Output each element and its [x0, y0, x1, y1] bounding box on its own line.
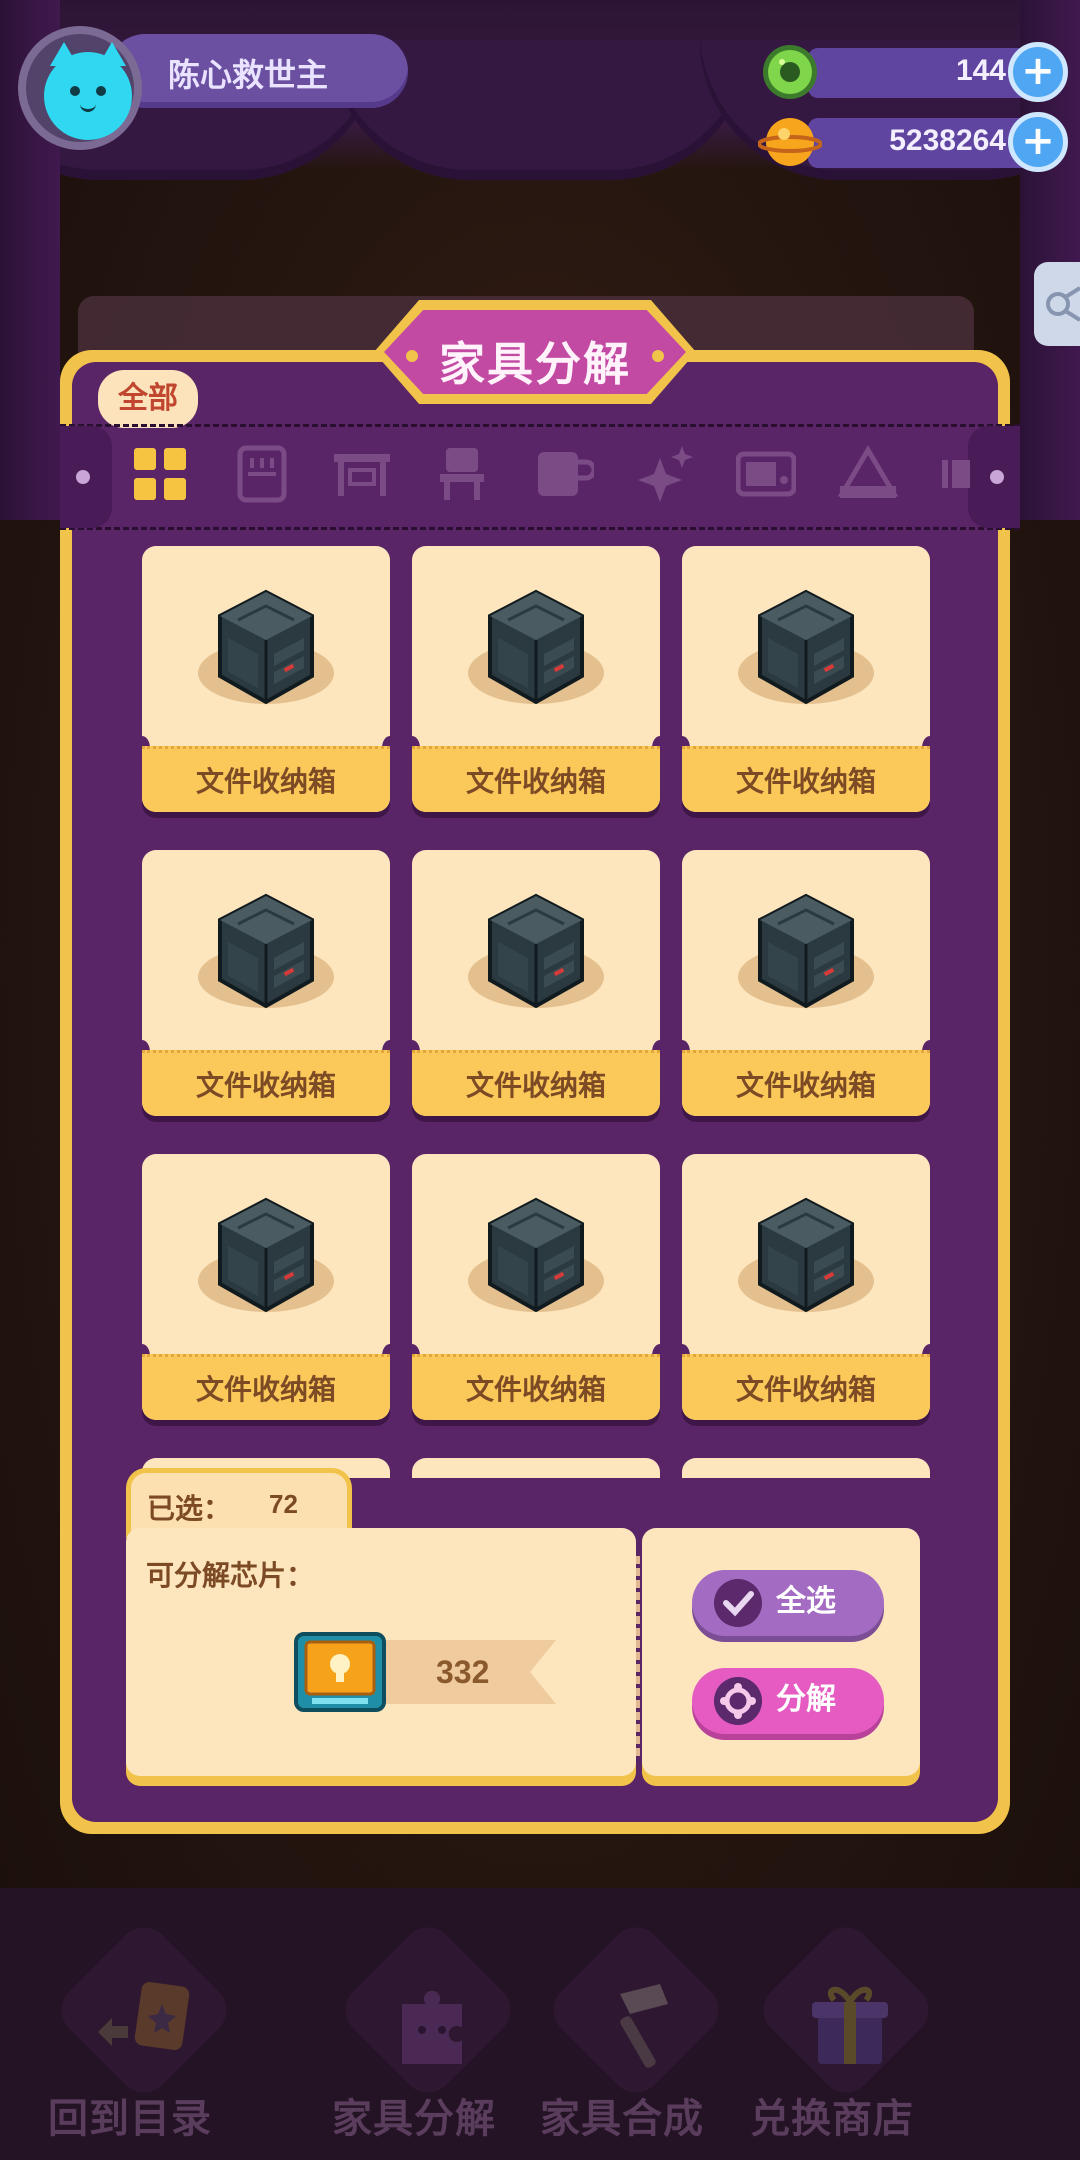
- coin-amount: 5238264: [889, 124, 1006, 157]
- cat-avatar-icon: [44, 42, 132, 140]
- item-name: 文件收纳箱: [465, 1373, 606, 1406]
- gear-icon: [714, 1677, 762, 1725]
- card-label-strip: 文件收纳箱: [142, 746, 390, 812]
- gem-currency: 144 +: [758, 42, 1068, 102]
- furniture-card[interactable]: 文件收纳箱: [134, 1154, 398, 1420]
- furniture-card[interactable]: 文件收纳箱: [404, 546, 668, 812]
- file-storage-box-icon: [218, 1197, 314, 1313]
- item-name: 文件收纳箱: [465, 765, 606, 798]
- nav-label: 家具分解: [332, 2096, 496, 2142]
- card-label-strip: 文件收纳箱: [142, 1050, 390, 1116]
- file-storage-box-icon: [758, 1197, 854, 1313]
- nav-label: 兑换商店: [750, 2096, 914, 2142]
- file-storage-box-icon: [488, 589, 584, 705]
- selected-count: 72: [269, 1489, 298, 1519]
- file-storage-box-icon: [758, 589, 854, 705]
- player-name: 陈心救世主: [168, 56, 329, 94]
- item-name: 文件收纳箱: [735, 765, 876, 798]
- furniture-decompose-icon: [402, 1990, 462, 2064]
- item-name: 文件收纳箱: [195, 1373, 336, 1406]
- card-label-strip: 文件收纳箱: [682, 1050, 930, 1116]
- furniture-card[interactable]: 文件收纳箱: [134, 850, 398, 1116]
- card-label-strip: 文件收纳箱: [682, 1354, 930, 1420]
- item-name: 文件收纳箱: [195, 1069, 336, 1102]
- select-all-button[interactable]: 全选: [692, 1570, 884, 1636]
- chip-label: 可分解芯片：: [146, 1559, 315, 1592]
- nav-label: 回到目录: [48, 2096, 212, 2142]
- side-scissors-tab[interactable]: [1034, 262, 1080, 346]
- add-coins-button[interactable]: +: [1008, 112, 1068, 172]
- file-storage-box-icon: [758, 893, 854, 1009]
- action-buttons: 全选 分解: [642, 1528, 920, 1776]
- next-row-peek: [412, 1458, 660, 1478]
- decompose-label: 分解: [776, 1682, 836, 1717]
- chip-summary: 可分解芯片： 332: [126, 1528, 636, 1776]
- nav-label: 家具合成: [540, 2096, 704, 2142]
- card-label-strip: 文件收纳箱: [412, 1354, 660, 1420]
- file-storage-box-icon: [488, 893, 584, 1009]
- item-name: 文件收纳箱: [195, 765, 336, 798]
- scissors-icon: [1046, 286, 1080, 322]
- page-title: 家具分解: [439, 337, 631, 391]
- furniture-card[interactable]: 文件收纳箱: [134, 546, 398, 812]
- gem-amount: 144: [955, 54, 1006, 87]
- furniture-card[interactable]: 文件收纳箱: [674, 546, 938, 812]
- chip-count: 332: [436, 1654, 490, 1690]
- furniture-craft-icon: [620, 1984, 668, 2068]
- item-name: 文件收纳箱: [735, 1069, 876, 1102]
- card-label-strip: 文件收纳箱: [682, 746, 930, 812]
- decompose-button[interactable]: 分解: [692, 1668, 884, 1734]
- coin-currency: 5238264 +: [758, 112, 1068, 172]
- more-icon[interactable]: [938, 444, 972, 504]
- player-name-pill: 陈心救世主: [108, 34, 408, 108]
- all-grid-icon[interactable]: [130, 444, 190, 504]
- panel-title-badge: 家具分解: [374, 300, 696, 404]
- summary-divider: [636, 1556, 640, 1756]
- avatar[interactable]: [18, 26, 142, 150]
- nav-back-to-catalog[interactable]: 回到目录: [40, 1916, 238, 2144]
- tent-icon[interactable]: [838, 444, 898, 504]
- table-icon[interactable]: [332, 444, 392, 504]
- card-label-strip: 文件收纳箱: [412, 1050, 660, 1116]
- cabinet-icon[interactable]: [232, 444, 292, 504]
- nav-furniture-decompose[interactable]: 家具分解: [324, 1916, 522, 2144]
- nav-exchange-shop[interactable]: 兑换商店: [742, 1916, 940, 2144]
- add-gems-button[interactable]: +: [1008, 42, 1068, 102]
- category-scroll-right[interactable]: [968, 426, 1020, 528]
- select-all-label: 全选: [776, 1584, 836, 1619]
- tv-icon[interactable]: [736, 444, 796, 504]
- file-storage-box-icon: [218, 893, 314, 1009]
- filter-all-bubble: 全部: [98, 370, 198, 428]
- item-name: 文件收纳箱: [735, 1373, 876, 1406]
- check-icon: [714, 1579, 762, 1627]
- furniture-card[interactable]: 文件收纳箱: [674, 1154, 938, 1420]
- card-label-strip: 文件收纳箱: [142, 1354, 390, 1420]
- file-storage-box-icon: [218, 589, 314, 705]
- gold-planet-coin-icon: [758, 118, 822, 166]
- furniture-card[interactable]: 文件收纳箱: [404, 1154, 668, 1420]
- cup-icon[interactable]: [534, 444, 594, 504]
- chair-icon[interactable]: [432, 444, 492, 504]
- chip-card-icon: [294, 1632, 386, 1712]
- card-label-strip: 文件收纳箱: [412, 746, 660, 812]
- nav-furniture-craft[interactable]: 家具合成: [532, 1916, 730, 2144]
- furniture-card[interactable]: 文件收纳箱: [404, 850, 668, 1116]
- category-scroll-left[interactable]: [60, 426, 112, 528]
- selected-label: 已选：: [147, 1492, 232, 1525]
- exchange-shop-icon: [812, 1986, 888, 2064]
- green-gem-icon: [763, 45, 817, 99]
- sparkle-icon[interactable]: [636, 444, 696, 504]
- item-name: 文件收纳箱: [465, 1069, 606, 1102]
- back-to-catalog-icon: [98, 1982, 190, 2050]
- next-row-peek: [682, 1458, 930, 1478]
- furniture-card[interactable]: 文件收纳箱: [674, 850, 938, 1116]
- file-storage-box-icon: [488, 1197, 584, 1313]
